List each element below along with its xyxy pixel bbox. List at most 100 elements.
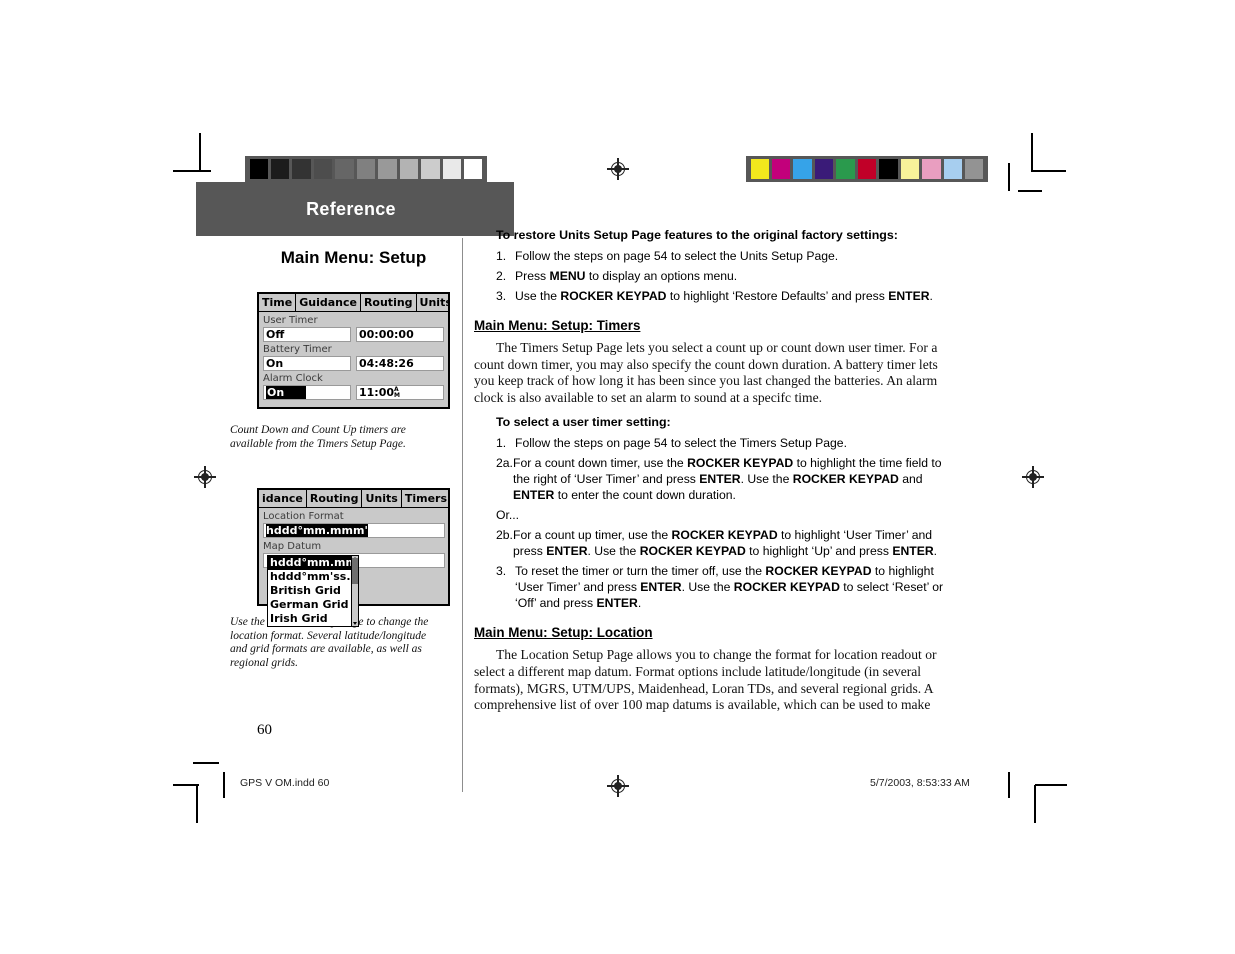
grayscale-swatch [464,159,483,179]
grayscale-swatch [292,159,311,179]
gps-location-tab-routing[interactable]: Routing [306,490,363,507]
gps-timers-tab-bar: TimeGuidanceRoutingUnitsTimersL [259,294,448,312]
step-text: Press MENU to display an options menu. [515,268,946,284]
color-swatch [943,159,963,179]
step-text-run: To reset the timer or turn the timer off… [515,564,766,579]
grayscale-swatch [442,159,462,179]
grayscale-calibration-bar [245,156,487,182]
step-key-label: ENTER [699,472,741,487]
gps-timers-tab-units[interactable]: Units [416,294,448,311]
timers-field-time[interactable]: 04:48:26 [356,356,444,371]
grayscale-swatch [335,159,354,179]
page-number: 60 [257,722,272,738]
step-text-run: For a count down timer, use the [513,456,688,471]
gps-location-tab-timers[interactable]: Timers [401,490,448,507]
step-text-run: Press [515,269,550,283]
gps-timers-tab-time[interactable]: Time [259,294,297,311]
crop-mark-top-right-vertical [1031,133,1033,171]
color-swatch [771,159,791,179]
crop-mark-top-right-inner-horizontal [1018,190,1042,192]
crop-mark-top-left-horizontal [173,170,211,172]
dropdown-option[interactable]: hddd°mm'ss.s" [268,570,358,584]
step-key-label: ROCKER KEYPAD [671,528,778,543]
timers-field-time[interactable]: 00:00:00 [356,327,444,342]
timers-field-state[interactable]: Off [263,327,351,342]
location-format-dropdown[interactable]: hddd°mm.mmm'hddd°mm'ss.s"British GridGer… [267,555,359,627]
step-text-run: Follow the steps on page 54 to select th… [515,249,839,263]
step-number: 3. [496,289,507,303]
color-swatch [857,159,877,179]
registration-target-right [1022,466,1044,488]
step-text-run: For a count up timer, use the [513,528,672,543]
restore-step: 3. Use the ROCKER KEYPAD to highlight ‘Re… [496,288,946,304]
timers-field-label: Alarm Clock [263,373,323,384]
grayscale-swatch [270,159,290,179]
restore-defaults-heading: To restore Units Setup Page features to … [496,228,898,242]
color-swatch [836,159,855,179]
step-text: For a count up timer, use the ROCKER KEY… [513,527,946,559]
user-timer-step: 2a. For a count down timer, use the ROCKE… [496,455,946,503]
crop-mark-bottom-left-inner-vertical [223,772,225,798]
step-number: 3. [496,564,507,579]
gps-timers-tab-guidance[interactable]: Guidance [296,294,361,311]
gps-location-tab-idance[interactable]: idance [259,490,307,507]
step-number: 1. [496,436,507,451]
dropdown-option[interactable]: hddd°mm.mmm' [268,556,358,570]
footer-timestamp: 5/7/2003, 8:53:33 AM [870,777,970,789]
step-text: Follow the steps on page 54 to select th… [515,248,946,264]
timers-field-state-value: On [266,386,286,399]
dropdown-option[interactable]: Irish Grid [268,612,358,626]
grayscale-swatch [356,159,376,179]
gps-location-body: Location Format hddd°mm.mmm' Map Datum h… [259,508,448,627]
step-key-label: MENU [549,269,586,283]
grayscale-swatch [399,159,419,179]
grayscale-swatch [249,159,268,179]
timers-field-row: On 04:48:26 [263,356,444,371]
user-timer-step: 1. Follow the steps on page 54 to select … [496,435,946,451]
timers-field-label: User Timer [263,315,318,326]
user-timer-steps-part1: 1. Follow the steps on page 54 to select … [474,435,946,503]
banner-label: Reference [306,198,396,219]
user-timer-heading: To select a user timer setting: [496,415,671,430]
section-heading-location: Main Menu: Setup: Location [474,625,653,641]
registration-target-left [194,466,216,488]
color-swatch [793,159,812,179]
step-text-run: and [898,472,923,487]
location-format-value-box[interactable]: hddd°mm.mmm' [263,523,445,538]
scroll-down-arrow-icon[interactable] [353,622,357,625]
scrollbar-thumb[interactable] [352,558,358,584]
dropdown-scrollbar[interactable] [351,556,358,626]
step-number: 2a. [496,456,513,471]
registration-target-top-center [607,158,629,180]
step-key-label: ROCKER KEYPAD [639,544,746,559]
crop-mark-bottom-left-vertical [196,785,198,823]
step-key-label: ROCKER KEYPAD [792,472,899,487]
color-swatch [750,159,769,179]
user-timer-step: 3. To reset the timer or turn the timer o… [496,563,946,611]
caption-timers-text: Count Down and Count Up timers are avail… [230,424,406,450]
main-content-column: To restore Units Setup Page features to … [474,228,946,719]
reference-banner: Reference [196,182,514,236]
timers-field-time-suffix: AM [394,386,400,399]
timers-field-state[interactable]: On [263,356,351,371]
dropdown-option[interactable]: German Grid [268,598,358,612]
gps-timers-tab-routing[interactable]: Routing [360,294,417,311]
step-text-run: . Use the [681,580,734,595]
step-text-run: . Use the [587,544,640,559]
step-text-run: . [933,544,938,559]
step-text: Follow the steps on page 54 to select th… [515,435,946,451]
step-key-label: ENTER [546,544,588,559]
gps-location-tab-units[interactable]: Units [362,490,402,507]
location-format-label: Location Format [263,511,344,522]
step-key-label: ROCKER KEYPAD [687,456,794,471]
timers-field-time[interactable]: 11:00A M [356,385,444,400]
grayscale-swatch [421,159,440,179]
step-text-run: to highlight ‘Restore Defaults’ and pres… [666,289,889,303]
timers-field-state[interactable]: On [263,385,351,400]
grayscale-swatch [378,159,397,179]
step-number: 1. [496,249,507,263]
step-key-label: ROCKER KEYPAD [765,564,872,579]
dropdown-option[interactable]: British Grid [268,584,358,598]
step-text-run: . [929,289,933,303]
gps-location-tab-bar: idanceRoutingUnitsTimersLocationA [259,490,448,508]
